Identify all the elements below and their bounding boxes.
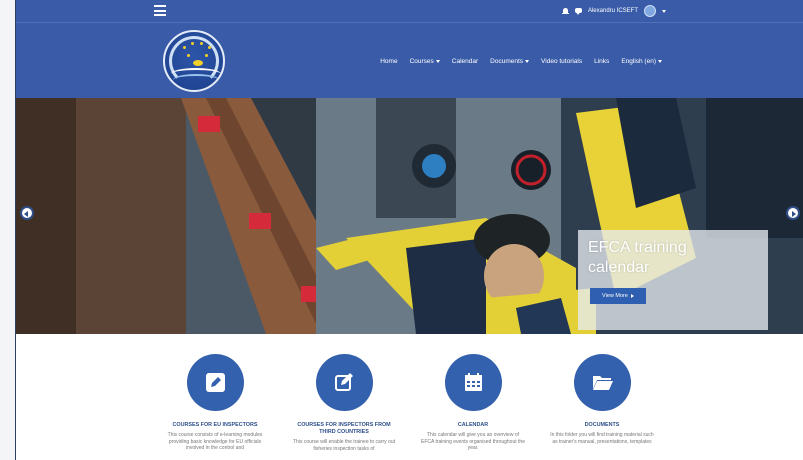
feature-desc: This calendar will give you an overview … <box>421 432 525 451</box>
feature-eu-courses: COURSES FOR EU INSPECTORS This course co… <box>163 354 267 452</box>
chevron-down-icon <box>525 60 530 63</box>
nav-video-tutorials[interactable]: Video tutorials <box>541 58 582 65</box>
nav-language[interactable]: English (en) <box>621 58 662 65</box>
arrow-right-icon <box>630 294 634 298</box>
chevron-down-icon <box>435 60 440 63</box>
slide-caption: EFCA training calendar View More <box>578 230 768 330</box>
nav-courses[interactable]: Courses <box>410 58 440 65</box>
prev-slide-button[interactable] <box>20 206 34 220</box>
chevron-down-icon[interactable] <box>662 9 666 13</box>
nav-home[interactable]: Home <box>380 58 397 65</box>
feature-desc: This course consists of e-learning modul… <box>167 432 263 451</box>
hamburger-icon[interactable] <box>154 5 166 16</box>
feature-calendar-button[interactable] <box>444 354 502 411</box>
calendar-icon <box>464 373 482 391</box>
feature-third-country-button[interactable] <box>315 354 373 411</box>
folder-icon <box>592 376 613 390</box>
view-more-button[interactable]: View More <box>590 288 646 304</box>
efca-logo[interactable] <box>163 30 225 92</box>
pencil-icon <box>205 373 225 392</box>
user-name[interactable]: Alexandru ICSEFT <box>588 8 638 14</box>
feature-title: CALENDAR <box>457 422 489 428</box>
bell-icon[interactable] <box>561 7 569 15</box>
user-area: Alexandru ICSEFT <box>561 5 666 17</box>
nav-calendar[interactable]: Calendar <box>452 58 478 65</box>
feature-calendar: CALENDAR This calendar will give you an … <box>421 354 525 452</box>
feature-documents-button[interactable] <box>573 354 631 411</box>
feature-desc: This course will enable the trainee to c… <box>293 439 395 452</box>
nav-documents[interactable]: Documents <box>490 58 530 65</box>
main-menu: Home Courses Calendar Documents Video tu… <box>380 58 662 65</box>
top-bar: Alexandru ICSEFT <box>16 0 803 22</box>
feature-title: COURSES FOR EU INSPECTORS <box>172 422 258 428</box>
feature-title: COURSES FOR INSPECTORS FROM THIRD COUNTR… <box>297 422 391 435</box>
feature-documents: DOCUMENTS In this folder you will find t… <box>550 354 654 445</box>
slide-title: EFCA training calendar <box>588 239 687 276</box>
nav-links[interactable]: Links <box>594 58 609 65</box>
avatar-icon[interactable] <box>644 5 656 17</box>
hero-slider: EFCA training calendar View More <box>16 98 803 334</box>
edit-icon <box>334 373 353 391</box>
chat-icon[interactable] <box>574 7 582 15</box>
main-navbar: Home Courses Calendar Documents Video tu… <box>16 22 803 98</box>
feature-title: DOCUMENTS <box>584 422 620 428</box>
features-section: COURSES FOR EU INSPECTORS This course co… <box>16 334 803 460</box>
feature-eu-courses-button[interactable] <box>186 354 244 411</box>
chevron-down-icon <box>658 60 662 63</box>
page-frame: Alexandru ICSEFT Home Courses Calendar D… <box>15 0 803 460</box>
feature-third-country-courses: COURSES FOR INSPECTORS FROM THIRD COUNTR… <box>292 354 396 452</box>
feature-desc: In this folder you will find training ma… <box>550 432 654 445</box>
next-slide-button[interactable] <box>786 206 800 220</box>
